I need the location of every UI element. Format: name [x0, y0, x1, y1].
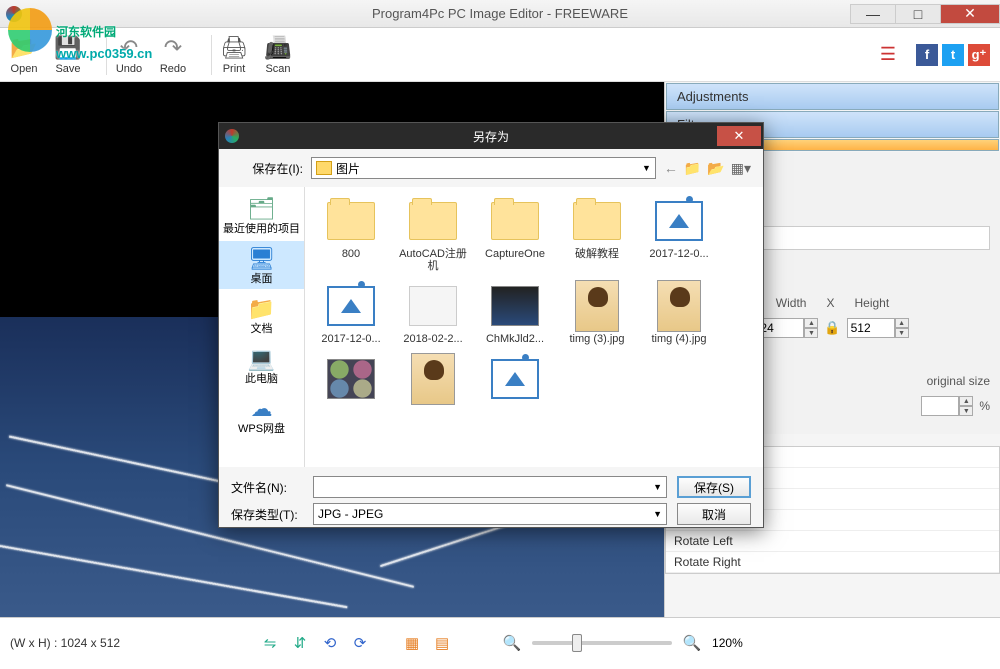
dialog-titlebar[interactable]: 另存为 ✕: [219, 123, 763, 149]
back-icon[interactable]: ←: [664, 160, 678, 177]
cloud-icon: ☁: [246, 395, 278, 423]
maximize-button[interactable]: □: [895, 4, 941, 24]
file-item[interactable]: ChMkJld2...: [475, 278, 555, 349]
recent-icon: 🗂: [246, 195, 278, 223]
redo-button[interactable]: ↷ Redo: [159, 34, 187, 75]
file-item[interactable]: [475, 351, 555, 410]
flip-h-icon[interactable]: ⇋: [260, 633, 280, 653]
file-item[interactable]: CaptureOne: [475, 193, 555, 276]
scanner-icon: 📠: [264, 34, 292, 62]
file-item[interactable]: 2017-12-0...: [311, 278, 391, 349]
googleplus-icon[interactable]: g⁺: [968, 44, 990, 66]
list-view-icon[interactable]: ☰: [878, 45, 898, 65]
twitter-icon[interactable]: t: [942, 44, 964, 66]
accordion-adjustments[interactable]: Adjustments: [666, 83, 999, 110]
width-input[interactable]: ▲▼: [756, 318, 818, 338]
undo-button[interactable]: ↶ Undo: [115, 34, 143, 75]
facebook-icon[interactable]: f: [916, 44, 938, 66]
place-desktop[interactable]: 🖥 桌面: [219, 241, 304, 289]
printer-icon: 🖨: [220, 34, 248, 62]
documents-icon: 📁: [246, 295, 278, 323]
view-menu-icon[interactable]: ▦▾: [731, 160, 751, 177]
save-in-label: 保存在(I):: [231, 160, 303, 177]
save-in-dropdown[interactable]: 图片 ▼: [311, 157, 656, 179]
flip-v-icon[interactable]: ⇵: [290, 633, 310, 653]
filename-label: 文件名(N):: [231, 479, 303, 496]
undo-icon: ↶: [115, 34, 143, 62]
file-item[interactable]: 800: [311, 193, 391, 276]
places-sidebar: 🗂 最近使用的项目 🖥 桌面 📁 文档 💻 此电脑 ☁ WPS网盘: [219, 187, 305, 467]
original-size-label: original size: [927, 374, 990, 388]
history-item[interactable]: Rotate Left: [666, 531, 999, 552]
scan-button[interactable]: 📠 Scan: [264, 34, 292, 75]
filetype-label: 保存类型(T):: [231, 506, 303, 523]
print-button[interactable]: 🖨 Print: [220, 34, 248, 75]
window-titlebar: Program4Pc PC Image Editor - FREEWARE — …: [0, 0, 1000, 28]
dialog-close-button[interactable]: ✕: [717, 126, 761, 146]
new-folder-icon[interactable]: 📂: [707, 160, 724, 177]
save-as-dialog: 另存为 ✕ 保存在(I): 图片 ▼ ← 📁 📂 ▦▾ 🗂 最近使用的项目 🖥 …: [218, 122, 764, 528]
minimize-button[interactable]: —: [850, 4, 896, 24]
file-item[interactable]: AutoCAD注册机: [393, 193, 473, 276]
file-item[interactable]: [393, 351, 473, 410]
file-item[interactable]: 破解教程: [557, 193, 637, 276]
file-item[interactable]: timg (4).jpg: [639, 278, 719, 349]
filetype-dropdown[interactable]: JPG - JPEG ▼: [313, 503, 667, 525]
dialog-title: 另存为: [473, 128, 509, 145]
window-title: Program4Pc PC Image Editor - FREEWARE: [372, 6, 628, 21]
place-computer[interactable]: 💻 此电脑: [219, 341, 304, 389]
place-wps[interactable]: ☁ WPS网盘: [219, 391, 304, 439]
cancel-button[interactable]: 取消: [677, 503, 751, 525]
rotate-left-icon[interactable]: ⟲: [320, 633, 340, 653]
folder-open-icon: 📂: [10, 34, 38, 62]
folder-icon: [316, 161, 332, 175]
filename-input[interactable]: ▼: [313, 476, 667, 498]
file-item[interactable]: 2017-12-0...: [639, 193, 719, 276]
zoom-value: 120%: [712, 636, 743, 650]
lock-icon[interactable]: 🔒: [824, 320, 840, 336]
file-item[interactable]: [311, 351, 391, 410]
zoom-in-icon[interactable]: 🔍: [682, 633, 702, 653]
desktop-icon: 🖥: [246, 245, 278, 273]
save-confirm-button[interactable]: 保存(S): [677, 476, 751, 498]
up-folder-icon[interactable]: 📁: [684, 160, 701, 177]
open-button[interactable]: 📂 Open: [10, 34, 38, 75]
x-label: X: [826, 296, 834, 310]
status-bar: (W x H) : 1024 x 512 ⇋ ⇵ ⟲ ⟳ ▦ ▤ 🔍 🔍 120…: [0, 617, 1000, 667]
zoom-out-icon[interactable]: 🔍: [502, 633, 522, 653]
floppy-icon: 💾: [54, 34, 82, 62]
file-item[interactable]: 2018-02-2...: [393, 278, 473, 349]
close-button[interactable]: ✕: [940, 4, 1000, 24]
computer-icon: 💻: [246, 345, 278, 373]
file-item[interactable]: timg (3).jpg: [557, 278, 637, 349]
history-item[interactable]: Rotate Right: [666, 552, 999, 573]
zoom-slider[interactable]: [532, 641, 672, 645]
height-input[interactable]: ▲▼: [847, 318, 909, 338]
height-label: Height: [855, 296, 890, 310]
dialog-icon: [225, 129, 239, 143]
place-documents[interactable]: 📁 文档: [219, 291, 304, 339]
width-label: Width: [776, 296, 807, 310]
rotate-right-icon[interactable]: ⟳: [350, 633, 370, 653]
place-recent[interactable]: 🗂 最近使用的项目: [219, 191, 304, 239]
app-icon: [6, 6, 22, 22]
save-button[interactable]: 💾 Save: [54, 34, 82, 75]
percent-label: %: [979, 399, 990, 413]
redo-icon: ↷: [159, 34, 187, 62]
file-list[interactable]: 800AutoCAD注册机CaptureOne破解教程2017-12-0...2…: [305, 187, 763, 467]
dimensions-label: (W x H) : 1024 x 512: [10, 636, 120, 650]
grid-icon[interactable]: ▦: [402, 633, 422, 653]
grid2-icon[interactable]: ▤: [432, 633, 452, 653]
main-toolbar: 📂 Open 💾 Save ↶ Undo ↷ Redo 🖨 Print 📠 Sc…: [0, 28, 1000, 82]
percent-input[interactable]: ▲▼: [921, 396, 973, 416]
